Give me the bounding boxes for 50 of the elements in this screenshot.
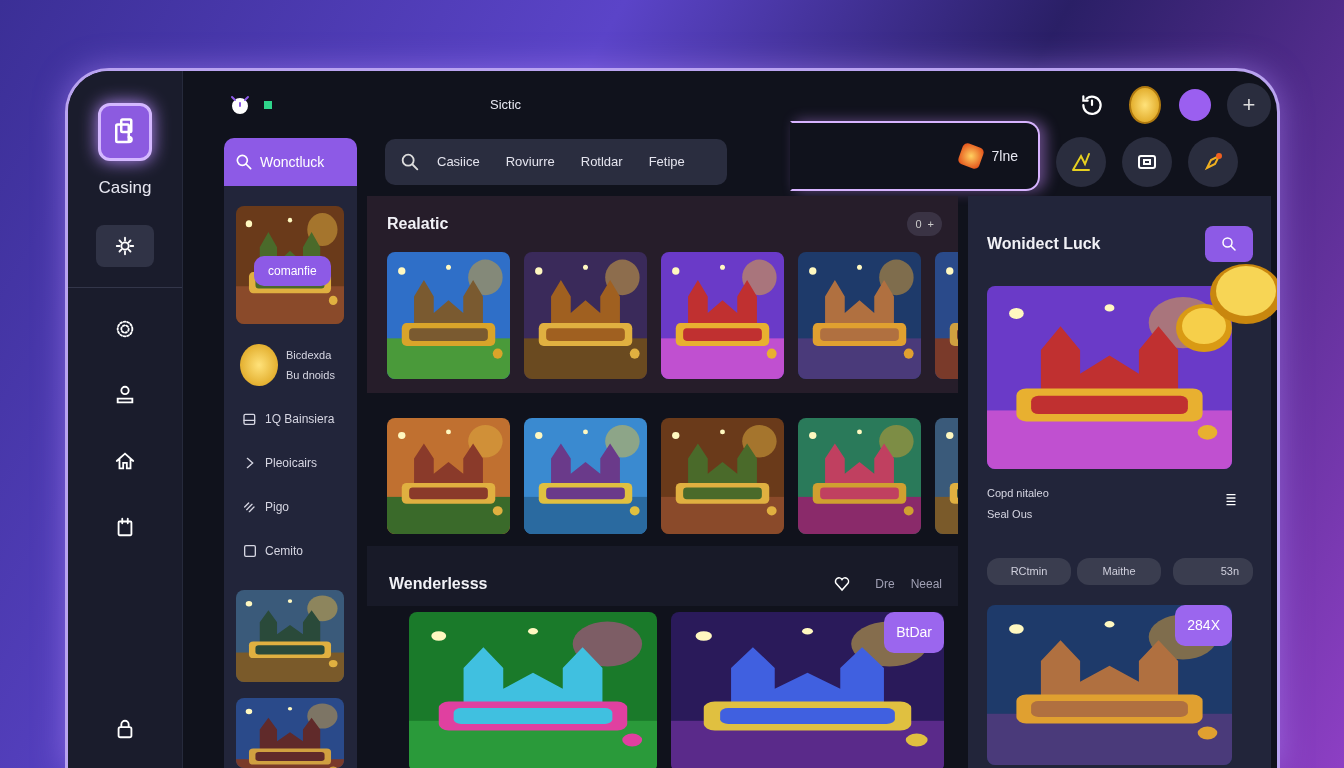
coin-icon[interactable] bbox=[1129, 85, 1161, 124]
filter-tab[interactable]: Roviurre bbox=[495, 148, 565, 176]
add-icon[interactable]: + bbox=[927, 215, 934, 233]
chart-icon bbox=[1069, 150, 1093, 174]
caption-line: Seal Ous bbox=[987, 506, 1034, 522]
logo-icon[interactable] bbox=[98, 103, 152, 161]
square-icon bbox=[242, 543, 258, 559]
filter-tab[interactable]: Fetipe bbox=[638, 148, 695, 176]
logo-label: Casing bbox=[98, 177, 152, 199]
calendar-icon bbox=[242, 411, 258, 427]
toolbar-button[interactable] bbox=[1122, 137, 1172, 187]
status-indicator-icon bbox=[264, 100, 272, 109]
filter-chip[interactable]: 53n bbox=[1173, 558, 1253, 585]
heart-icon[interactable] bbox=[833, 575, 852, 593]
filter-tab[interactable]: Casiice bbox=[427, 148, 490, 176]
section-title: Realatic bbox=[387, 214, 449, 234]
toolbar-button[interactable] bbox=[1056, 137, 1106, 187]
search-button[interactable] bbox=[1205, 226, 1253, 262]
game-tag: BtDar bbox=[884, 612, 944, 653]
menu-item[interactable]: Cemito bbox=[242, 542, 347, 560]
menu-item[interactable]: 1Q Bainsiera bbox=[242, 410, 347, 428]
gear-icon bbox=[114, 234, 136, 257]
search-icon bbox=[399, 151, 421, 173]
panel-title: Wonidect Luck bbox=[987, 234, 1101, 254]
search-icon bbox=[1220, 235, 1238, 253]
balance-value: 7lne bbox=[991, 146, 1018, 166]
menu-item[interactable]: Pigo bbox=[242, 498, 347, 516]
nav-item[interactable] bbox=[96, 224, 154, 267]
menu-item[interactable]: Pleoicairs bbox=[242, 454, 347, 472]
filter-chip[interactable]: RCtmin bbox=[987, 558, 1071, 585]
counter-control[interactable]: 0 + bbox=[907, 212, 942, 236]
toolbar-button[interactable] bbox=[1188, 137, 1238, 187]
section-link[interactable]: Neeal bbox=[910, 575, 942, 593]
play-button[interactable]: comanfie bbox=[254, 256, 331, 286]
search-icon bbox=[234, 152, 254, 172]
counter-value: 0 bbox=[915, 216, 922, 232]
user-icon bbox=[114, 383, 136, 406]
search-button[interactable]: Wonctluck bbox=[224, 138, 357, 186]
multiplier-tag: 284X bbox=[1175, 604, 1232, 646]
filter-chip[interactable]: Maithe bbox=[1077, 558, 1161, 585]
item-label: Bu dnoids bbox=[286, 368, 335, 383]
coin-icon bbox=[240, 344, 278, 386]
section-link[interactable]: Dre bbox=[875, 575, 895, 593]
item-label: Bicdexda bbox=[286, 347, 333, 363]
avatar-icon[interactable] bbox=[1179, 88, 1211, 121]
section-title: Wenderlesss bbox=[389, 574, 489, 594]
caption-line: Copd nitaleo bbox=[987, 486, 1049, 501]
add-button[interactable]: + bbox=[1227, 82, 1271, 127]
filter-tab[interactable]: Rotldar bbox=[570, 148, 633, 176]
page-title: Sictic bbox=[490, 95, 522, 114]
